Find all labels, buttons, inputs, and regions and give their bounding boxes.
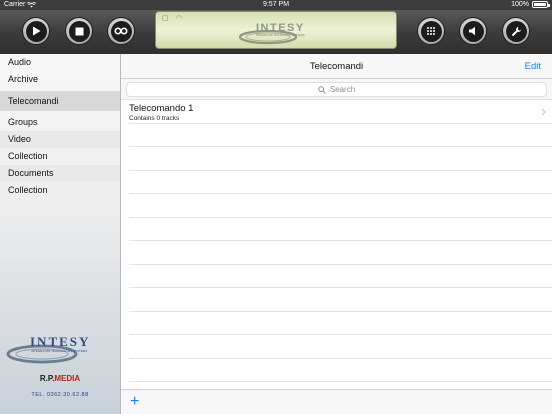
svg-text:INTESY: INTESY [256,22,305,34]
bottom-toolbar: + [121,389,552,414]
empty-row [129,359,552,382]
play-icon [33,26,41,36]
rpmedia-media: MEDIA [54,374,81,383]
sidebar-item-groups[interactable]: Groups [0,114,120,131]
sidebar-item-video-collection[interactable]: Collection [0,148,120,165]
wrench-icon [511,26,521,36]
status-display: ▢ ◠ INTESY INTEGRATOR TECHNOLOGY SYSTEMS [155,11,397,49]
empty-row [129,312,552,335]
volume-button[interactable] [459,17,487,45]
svg-text:INTEGRATOR TECHNOLOGY SYSTEMS: INTEGRATOR TECHNOLOGY SYSTEMS [256,33,305,37]
empty-row [129,194,552,218]
settings-button[interactable] [502,17,530,45]
top-toolbar: ▢ ◠ INTESY INTEGRATOR TECHNOLOGY SYSTEMS [0,10,552,54]
intesy-sidebar-logo: INTESY INTEGRATOR TECHNOLOGY SYSTEMS [6,334,90,364]
page-title: Telecomandi [309,61,364,72]
keypad-button[interactable] [417,17,445,45]
display-lock-icon: ▢ [162,15,169,22]
add-button[interactable]: + [130,394,139,410]
empty-row [129,124,552,147]
svg-text:INTEGRATOR TECHNOLOGY SYSTEMS: INTEGRATOR TECHNOLOGY SYSTEMS [31,349,87,353]
svg-text:INTESY: INTESY [30,334,90,349]
battery-percentage: 100% [511,1,529,8]
empty-row [129,335,552,359]
list-item[interactable]: Telecomando 1 Contains 0 tracks [129,100,552,124]
empty-row [129,147,552,171]
sidebar-item-audio[interactable]: Audio [0,54,120,71]
telephone-number: TEL. 0362.30.62.88 [31,392,89,398]
battery-icon [532,1,550,8]
sidebar-item-archive[interactable]: Archive [0,71,120,88]
main-panel: Telecomandi Edit Search Telecomando 1 Co… [121,54,552,414]
rpmedia-rp: R.P. [39,374,55,383]
sidebar-item-documents[interactable]: Documents [0,165,120,182]
rpmedia-logo: R.P.MEDIA [0,374,120,383]
empty-row [129,265,552,288]
list-item-subtitle: Contains 0 tracks [129,115,180,122]
repeat-button[interactable] [107,17,135,45]
empty-row [129,241,552,265]
edit-button[interactable]: Edit [525,61,541,72]
intesy-logo: INTESY INTEGRATOR TECHNOLOGY SYSTEMS [238,22,305,45]
empty-row [129,288,552,312]
search-input[interactable]: Search [126,82,547,97]
chevron-right-icon [541,108,546,116]
repeat-icon [114,27,128,35]
stop-button[interactable] [65,17,93,45]
navigation-bar: Telecomandi Edit [121,54,552,79]
search-icon [318,85,326,94]
search-placeholder: Search [329,85,356,94]
play-button[interactable] [22,17,50,45]
sidebar-item-documents-collection[interactable]: Collection [0,182,120,199]
sidebar-item-video[interactable]: Video [0,131,120,148]
status-bar: Carrier 9:57 PM 100% [0,0,552,10]
keypad-icon [427,27,435,35]
sidebar: Audio Archive Telecomandi Groups Video C… [0,54,121,414]
search-bar: Search [121,79,552,100]
empty-row [129,218,552,241]
battery-indicator: 100% [511,1,550,8]
clock: 9:57 PM [262,1,290,8]
display-wifi-icon: ◠ [176,15,183,22]
sidebar-item-telecomandi[interactable]: Telecomandi [0,91,120,111]
volume-icon [469,26,475,36]
stop-icon [75,27,83,35]
empty-row [129,171,552,194]
list-item-title: Telecomando 1 [129,103,194,114]
